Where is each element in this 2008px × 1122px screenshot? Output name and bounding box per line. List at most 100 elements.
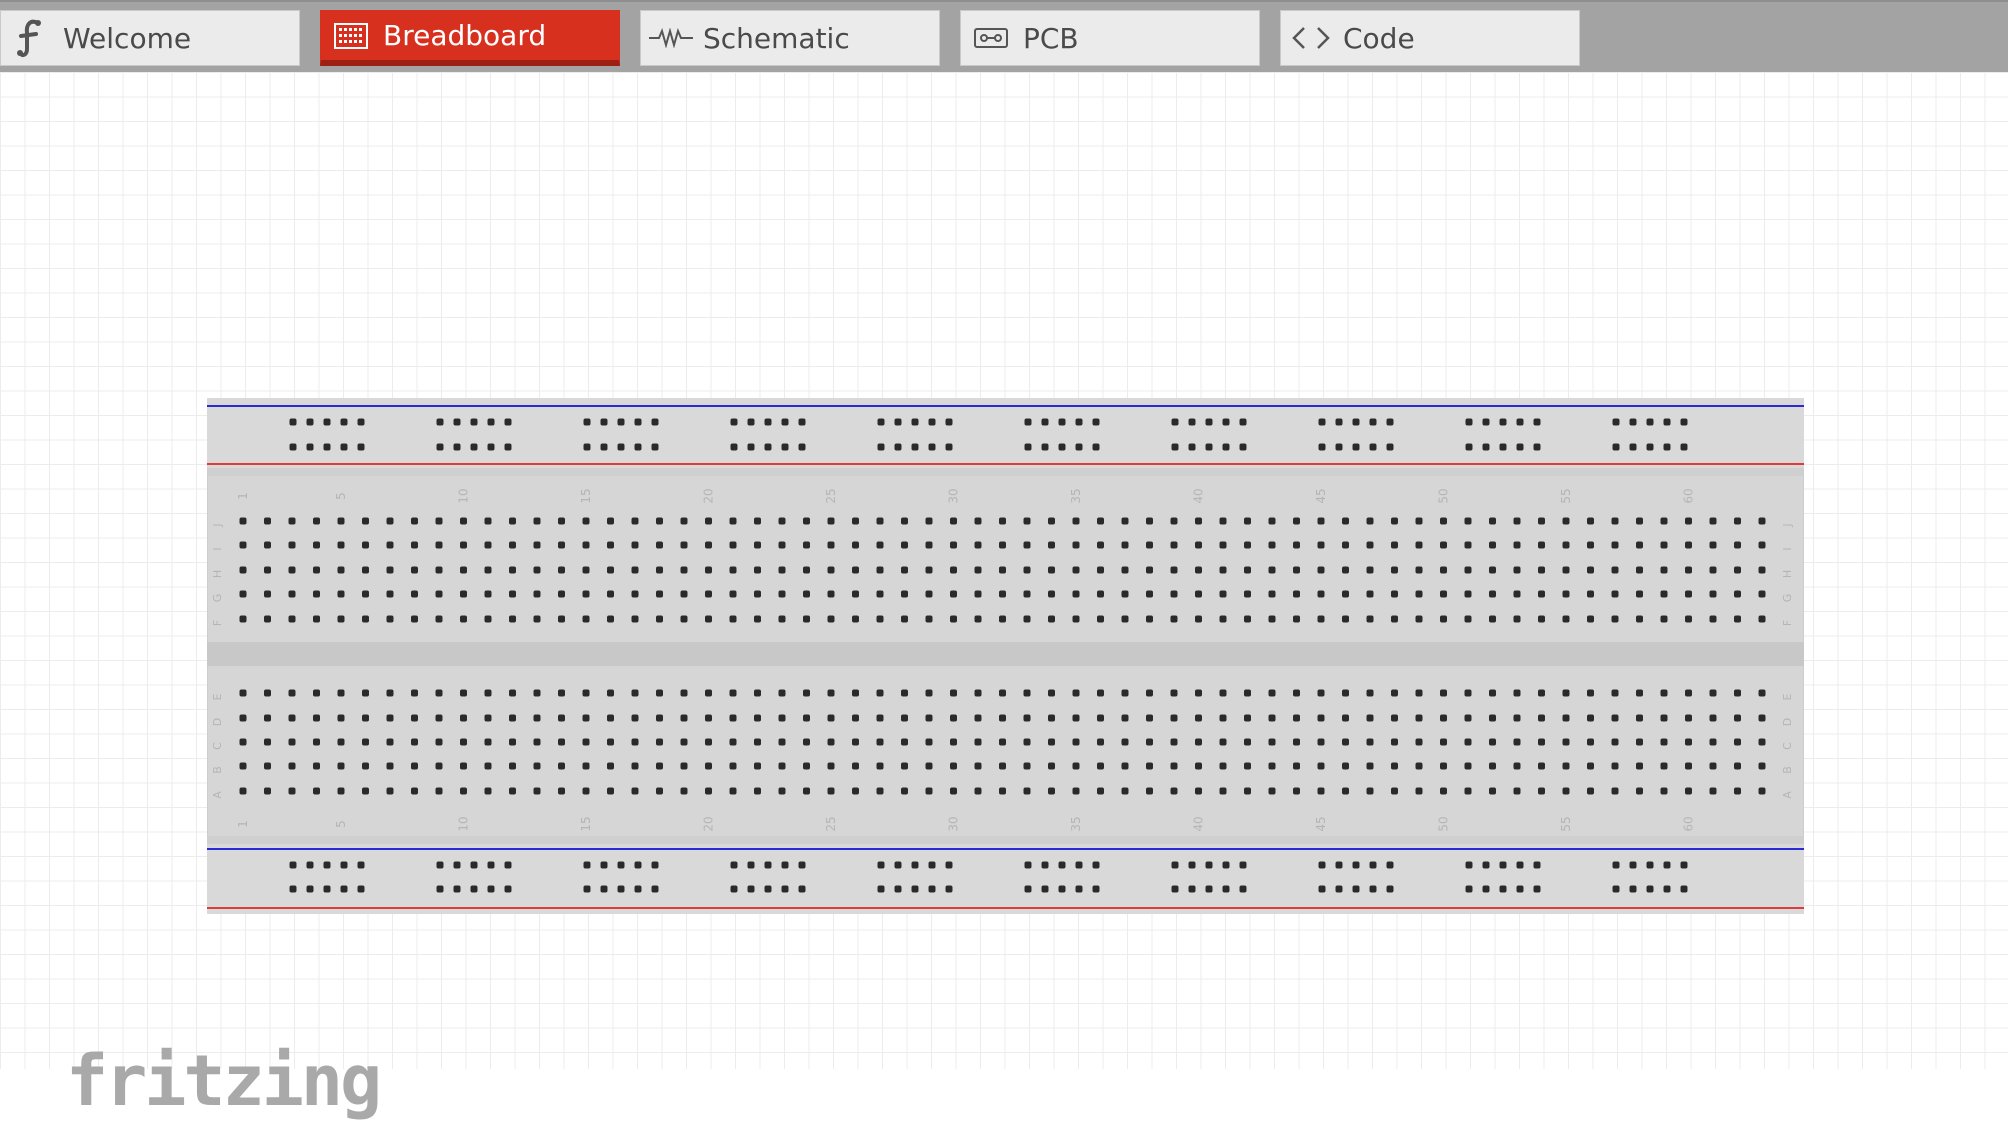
breadboard-hole xyxy=(1195,517,1202,525)
breadboard-hole xyxy=(1058,443,1066,451)
breadboard-hole xyxy=(1464,590,1472,598)
breadboard-hole xyxy=(1499,418,1507,426)
breadboard-hole xyxy=(504,861,512,869)
tab-breadboard[interactable]: Breadboard xyxy=(320,10,620,66)
breadboard-hole xyxy=(1516,418,1524,426)
breadboard-hole xyxy=(1562,541,1570,549)
breadboard-hole xyxy=(1611,787,1619,795)
breadboard-hole xyxy=(1058,861,1066,869)
row-letter: J xyxy=(1781,523,1794,527)
breadboard-hole xyxy=(362,762,369,770)
breadboard-hole xyxy=(1268,615,1276,623)
row-letter: F xyxy=(211,620,224,626)
tab-schematic[interactable]: Schematic xyxy=(640,10,940,66)
breadboard-hole xyxy=(680,714,688,722)
breadboard-hole xyxy=(705,738,712,746)
breadboard-hole xyxy=(778,714,786,722)
breadboard-hole xyxy=(1023,714,1031,722)
breadboard-hole xyxy=(264,615,271,623)
breadboard-hole xyxy=(484,689,492,697)
breadboard-hole xyxy=(509,590,516,598)
breadboard-hole xyxy=(1513,615,1521,623)
column-number: 55 xyxy=(1559,816,1573,831)
breadboard-hole xyxy=(386,517,394,525)
breadboard-hole xyxy=(730,885,738,893)
tab-pcb[interactable]: PCB xyxy=(960,10,1260,66)
breadboard-hole xyxy=(453,443,461,451)
breadboard-hole xyxy=(877,418,885,426)
breadboard-hole xyxy=(1663,443,1671,451)
breadboard-hole xyxy=(1734,714,1741,722)
breadboard-hole xyxy=(470,861,478,869)
breadboard-hole xyxy=(607,566,614,574)
breadboard-hole xyxy=(1072,590,1080,598)
breadboard-hole xyxy=(288,517,296,525)
breadboard-hole xyxy=(1415,762,1423,770)
breadboard-hole xyxy=(1562,615,1570,623)
breadboard-hole xyxy=(386,787,394,795)
breadboard-hole xyxy=(1121,517,1129,525)
breadboard-hole xyxy=(778,762,786,770)
breadboard-hole xyxy=(1121,787,1129,795)
breadboard-hole xyxy=(631,714,639,722)
breadboard-hole xyxy=(1205,418,1213,426)
breadboard-hole xyxy=(754,615,761,623)
breadboard-hole xyxy=(1219,689,1227,697)
breadboard-hole xyxy=(470,443,478,451)
breadboard-hole xyxy=(1734,689,1741,697)
breadboard-hole xyxy=(1293,566,1300,574)
breadboard-hole xyxy=(974,714,982,722)
breadboard-hole xyxy=(803,615,810,623)
breadboard-hole xyxy=(1023,590,1031,598)
breadboard-hole xyxy=(950,787,957,795)
bottom-power-rail xyxy=(207,844,1804,914)
breadboard-hole xyxy=(1366,566,1374,574)
breadboard-hole xyxy=(1023,517,1031,525)
breadboard-hole xyxy=(1342,738,1349,746)
breadboard-hole xyxy=(1222,861,1230,869)
breadboard[interactable]: J JI IH HG GF FE ED DC CB BA A11551010151520202525… xyxy=(207,398,1804,914)
breadboard-hole xyxy=(764,443,772,451)
breadboard-hole xyxy=(582,517,590,525)
breadboard-hole xyxy=(1092,885,1100,893)
breadboard-hole xyxy=(607,541,614,549)
breadboard-hole xyxy=(651,418,659,426)
breadboard-hole xyxy=(484,714,492,722)
breadboard-hole xyxy=(1352,885,1360,893)
breadboard-hole xyxy=(778,738,786,746)
breadboard-canvas[interactable]: J J I I H H G G F F E E D D C C B B A A 1 1 5 5 10 10 15 15 20 20 25 25… xyxy=(0,72,2008,1116)
breadboard-hole xyxy=(288,714,296,722)
breadboard-hole xyxy=(901,590,908,598)
breadboard-hole xyxy=(1513,714,1521,722)
breadboard-hole xyxy=(901,787,908,795)
breadboard-hole xyxy=(950,714,957,722)
breadboard-hole xyxy=(289,418,297,426)
row-letter: G xyxy=(1781,594,1794,603)
breadboard-hole xyxy=(1489,689,1496,697)
breadboard-hole xyxy=(1048,541,1055,549)
breadboard-hole xyxy=(1611,738,1619,746)
breadboard-hole xyxy=(1391,714,1398,722)
tab-code[interactable]: Code xyxy=(1280,10,1580,66)
breadboard-hole xyxy=(876,714,884,722)
breadboard-hole xyxy=(901,738,908,746)
breadboard-hole xyxy=(1121,590,1129,598)
breadboard-hole xyxy=(1391,566,1398,574)
breadboard-hole xyxy=(1562,738,1570,746)
breadboard-hole xyxy=(950,541,957,549)
breadboard-hole xyxy=(1342,714,1349,722)
breadboard-hole xyxy=(852,517,859,525)
tab-welcome[interactable]: Welcome xyxy=(0,10,300,66)
breadboard-hole xyxy=(950,738,957,746)
breadboard-hole xyxy=(435,787,443,795)
breadboard-hole xyxy=(1244,615,1251,623)
breadboard-hole xyxy=(911,861,919,869)
breadboard-hole xyxy=(1660,541,1668,549)
breadboard-hole xyxy=(558,517,565,525)
breadboard-hole xyxy=(945,885,953,893)
breadboard-hole xyxy=(656,787,663,795)
breadboard-hole xyxy=(1342,590,1349,598)
breadboard-hole xyxy=(901,689,908,697)
breadboard-hole xyxy=(827,762,835,770)
breadboard-hole xyxy=(239,517,247,525)
